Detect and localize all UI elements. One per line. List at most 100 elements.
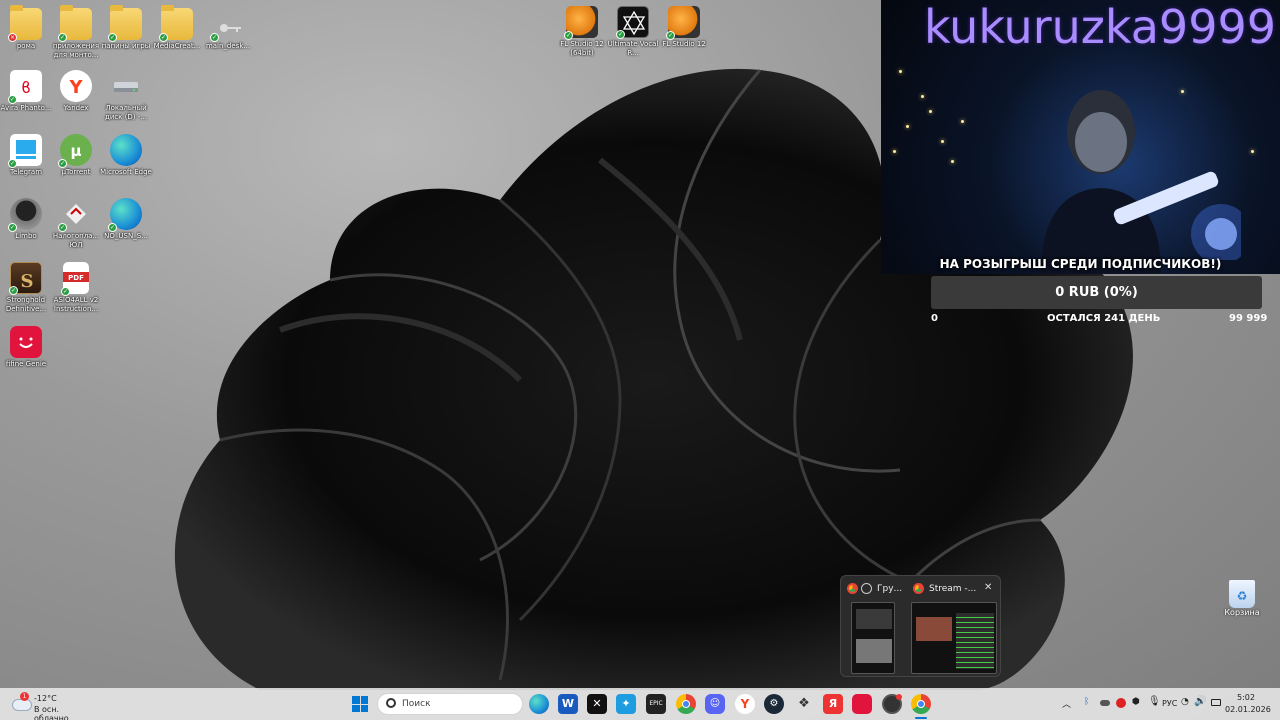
tree-light [906,125,909,128]
desktop-icon-papiny-igry[interactable]: ✓ папины игры [100,5,152,51]
desktop-icon-limbo[interactable]: ✓ Limbo [0,198,52,241]
recycle-bin[interactable]: ♻ Корзина [1220,580,1264,617]
folder-icon: ✓ [159,5,193,42]
discord-icon[interactable]: ☺ [705,694,725,714]
clock-date[interactable]: 02.01.2026 [1225,705,1271,714]
weather-widget[interactable]: 1 -12°C В осн. облачно [12,692,92,720]
weather-description: В осн. облачно [34,705,69,720]
desktop-icon-yandex[interactable]: Y Yandex [50,70,102,113]
epic-games-icon[interactable]: EPIC [646,694,666,714]
desktop-icon-mediacreation[interactable]: ✓ MediaCreat... [151,5,203,51]
desktop-icon-main-desk[interactable]: ✓ main_desk... [202,8,254,51]
desktop-icon-fifine[interactable]: fifine Genie [0,326,52,369]
clock-time[interactable]: 5:02 [1237,693,1255,702]
fifine-app-icon[interactable] [852,694,872,714]
windows-start-icon[interactable] [352,696,368,712]
desktop-icon-label: Limbo [15,232,37,240]
desktop-icon-label: fifine Genie [5,360,47,368]
desktop-icon-asio4all[interactable]: PDF ✓ ASIO4ALL v2 Instruction... [50,262,102,314]
avira-icon: ϐ ✓ [8,70,42,104]
preview-window-2-title[interactable]: Stream -... [929,582,977,596]
donation-goal-title: НА РОЗЫГРЫШ СРЕДИ ПОДПИСЧИКОВ!) [939,257,1222,271]
search-box[interactable]: Поиск [377,693,523,715]
limbo-icon: ✓ [8,198,42,232]
preview-window-1-title[interactable]: Гру... [877,582,903,596]
desktop-icon-edge[interactable]: Microsoft Edge [100,134,152,177]
svg-text:Y: Y [68,77,83,98]
chevron-up-icon[interactable]: ︿ [1062,697,1071,710]
desktop-icon-fl-studio-64[interactable]: ✓ FL Studio 12 (64bit) [556,6,608,58]
tree-light [1181,90,1184,93]
edge-icon [110,134,142,166]
tax-icon: ✓ [58,198,92,232]
tree-light [951,160,954,163]
fl-studio-icon: ✓ [666,6,700,40]
tree-light [941,140,944,143]
tax-app-icon[interactable]: ❖ [794,694,814,714]
desktop-icon-nalog[interactable]: ✓ Налогопла... ЮЛ [50,198,102,250]
steam-icon[interactable]: ⚙ [764,694,784,714]
desktop-icon-label: µTorrent [61,168,91,176]
donation-goal-min: 0 [931,313,938,324]
desktop-icon-no-usn[interactable]: ✓ NO_USN_S... [100,198,152,241]
tree-light [899,70,902,73]
desktop-icon-local-disk[interactable]: Локальный диск (D) -... [100,70,152,122]
tree-light [929,110,932,113]
edge-icon[interactable] [529,694,549,714]
utorrent-icon: µ ✓ [58,134,92,168]
desktop-icon-stronghold[interactable]: S ✓ Stronghold Definitive... [0,262,52,314]
antivirus-icon[interactable] [1116,698,1126,708]
desktop-icon-label: Telegram [9,168,43,176]
desktop-icon-label: рома [16,42,36,50]
profile-icon [861,583,872,594]
yandex-music-icon[interactable]: Я [823,694,843,714]
desktop-icon-utorrent[interactable]: µ ✓ µTorrent [50,134,102,177]
donation-goal-bar: 0 RUB (0%) [931,276,1262,309]
desktop-icon-label: Yandex [63,104,89,112]
speaker-app-icon[interactable]: ⬢ [1132,697,1140,707]
close-icon[interactable]: ✕ [984,582,992,593]
desktop-icon-prilozheniya[interactable]: ✓ приложения для монто... [50,5,102,60]
svg-text:µ: µ [70,142,81,160]
desktop-icon-fl-studio[interactable]: ✓ FL Studio 12 [658,6,710,49]
word-icon[interactable]: W [558,694,578,714]
bluetooth-icon[interactable]: ᛒ [1084,697,1089,707]
desktop-icon-uvr[interactable]: ✓ Ultimate Vocal R... [607,6,659,58]
wifi-icon[interactable]: ◔ [1181,697,1189,707]
fifine-icon [10,326,42,358]
desktop-icon-label: ASIO4ALL v2 Instruction... [53,296,99,313]
desktop-icon-label: Ultimate Vocal R... [607,40,659,57]
battery-icon[interactable] [1211,699,1221,706]
chrome-icon [913,583,924,594]
microphone-arm [1113,171,1241,260]
cloud-tray-icon[interactable] [1100,700,1110,706]
search-icon [386,698,396,708]
microphone-icon[interactable]: 🎙 [1148,696,1161,707]
desktop-icon-label: NO_USN_S... [104,232,148,240]
obs-icon[interactable] [882,694,902,714]
desktop-icon-label: Avira Phanto... [0,104,52,112]
taskbar-thumbnail-preview: Гру... Stream -... ✕ [840,575,1001,677]
desktop-icon-avira[interactable]: ϐ ✓ Avira Phanto... [0,70,52,113]
preview-window-2-thumbnail[interactable] [911,602,997,674]
fl-studio-icon: ✓ [564,6,598,40]
tree-light [1251,150,1254,153]
search-placeholder: Поиск [402,699,431,709]
svg-text:S: S [21,271,34,292]
volume-icon[interactable]: 🔊 [1194,696,1206,707]
chrome-icon[interactable] [676,694,696,714]
taskbar: 1 -12°C В осн. облачно Поиск W ✕ ✦ EPIC … [0,688,1280,720]
vpn-icon[interactable]: ✦ [616,694,636,714]
svg-text:ϐ: ϐ [21,78,31,97]
language-indicator[interactable]: РУС [1162,699,1177,708]
desktop-icon-label: Microsoft Edge [100,168,152,176]
desktop-icon-label: приложения для монто... [52,42,100,59]
svg-text:♻: ♻ [1237,589,1248,603]
preview-window-1-thumbnail[interactable] [851,602,895,674]
desktop-icon-roma[interactable]: × рома [0,5,52,51]
chrome-icon[interactable] [911,694,931,714]
streamer-name: kukuruzka9999 [923,0,1276,54]
capcut-icon[interactable]: ✕ [587,694,607,714]
desktop-icon-telegram[interactable]: ✓ Telegram [0,134,52,177]
yandex-browser-icon[interactable]: Y [735,694,755,714]
